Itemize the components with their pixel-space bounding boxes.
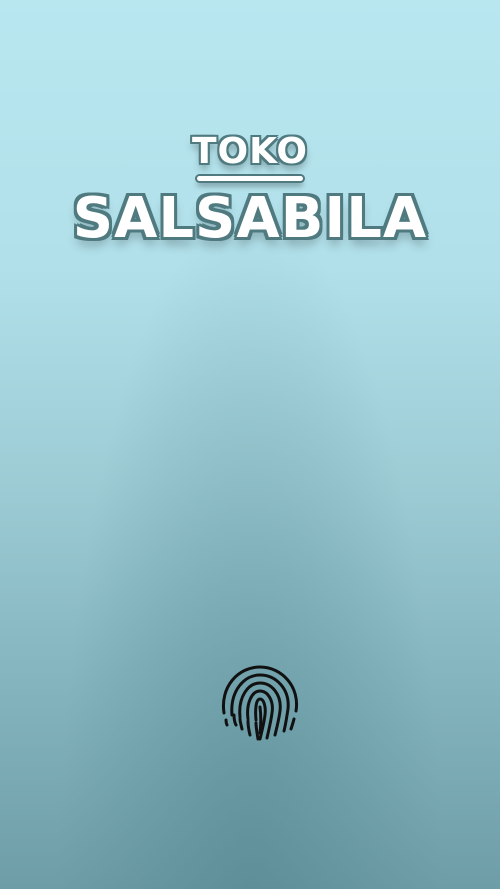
brand-logo: TOKO SALSABILA [0, 130, 500, 251]
brand-underline [197, 176, 303, 181]
brand-title-bottom: SALSABILA [72, 186, 428, 251]
splash-screen: TOKO SALSABILA [0, 0, 500, 889]
fingerprint-icon [221, 665, 299, 741]
brand-title-top: TOKO [191, 131, 309, 172]
fingerprint-login-button[interactable] [212, 655, 308, 751]
